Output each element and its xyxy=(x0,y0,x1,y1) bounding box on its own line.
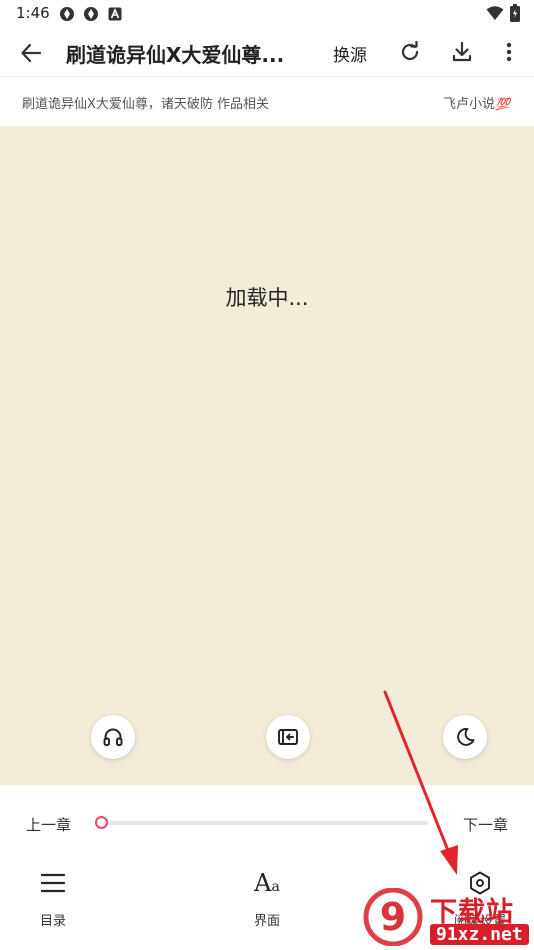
reading-content-area[interactable]: 加载中... xyxy=(0,126,534,785)
loading-text: 加载中... xyxy=(225,286,309,310)
switch-source-button[interactable]: 换源 xyxy=(333,41,367,66)
exit-read-icon xyxy=(278,729,298,745)
font-aa-icon: Aa xyxy=(254,869,280,897)
back-arrow-icon xyxy=(21,43,42,63)
status-notification-icons xyxy=(58,5,124,23)
app-a-icon xyxy=(106,5,124,23)
moon-icon xyxy=(457,727,475,746)
status-bar: 1:46 xyxy=(0,0,534,28)
download-icon xyxy=(452,41,472,62)
listen-book-button[interactable] xyxy=(91,715,135,759)
chapter-progress-slider[interactable] xyxy=(102,821,428,825)
nav-table-of-contents[interactable]: 目录 xyxy=(13,870,93,930)
progress-slider-thumb[interactable] xyxy=(95,816,108,829)
book-title: 刷道诡异仙X大爱仙尊... xyxy=(66,43,285,67)
svg-text:9: 9 xyxy=(380,895,406,939)
more-vert-icon xyxy=(506,42,512,62)
headphones-icon xyxy=(103,728,123,746)
chapter-info-bar: 刷道诡异仙X大爱仙尊，诸天破防 作品相关 飞卢小说💯 xyxy=(0,76,534,126)
site-watermark: 9 下载站 91xz.net xyxy=(362,886,534,950)
nav-interface[interactable]: Aa 界面 xyxy=(227,869,307,930)
nav-toc-label: 目录 xyxy=(39,914,66,929)
next-chapter-button[interactable]: 下一章 xyxy=(463,814,508,835)
battery-icon xyxy=(510,4,520,26)
book-chapter-info: 刷道诡异仙X大爱仙尊，诸天破防 作品相关 xyxy=(22,97,270,112)
night-mode-button[interactable] xyxy=(443,715,487,759)
menu-list-icon xyxy=(40,873,66,893)
book-source-info[interactable]: 飞卢小说💯 xyxy=(443,93,510,112)
status-time: 1:46 xyxy=(16,4,50,22)
watermark-url: 91xz.net xyxy=(430,924,529,945)
book-source-name: 飞卢小说 xyxy=(443,97,496,112)
hundred-points-icon: 💯 xyxy=(495,97,510,111)
previous-chapter-button[interactable]: 上一章 xyxy=(26,814,71,835)
status-system-icons xyxy=(486,4,520,26)
refresh-icon xyxy=(401,41,419,61)
settings-sync-icon xyxy=(58,5,76,23)
exit-reading-button[interactable] xyxy=(266,715,310,759)
refresh-button[interactable] xyxy=(394,36,426,68)
settings-sync-icon xyxy=(82,5,100,23)
top-app-bar: 刷道诡异仙X大爱仙尊... 换源 xyxy=(0,28,534,76)
more-options-button[interactable] xyxy=(494,36,524,68)
back-button[interactable] xyxy=(14,36,48,70)
download-button[interactable] xyxy=(446,36,478,68)
wifi-icon xyxy=(486,5,504,25)
nav-interface-label: 界面 xyxy=(253,914,280,929)
watermark-logo: 9 xyxy=(363,888,423,946)
